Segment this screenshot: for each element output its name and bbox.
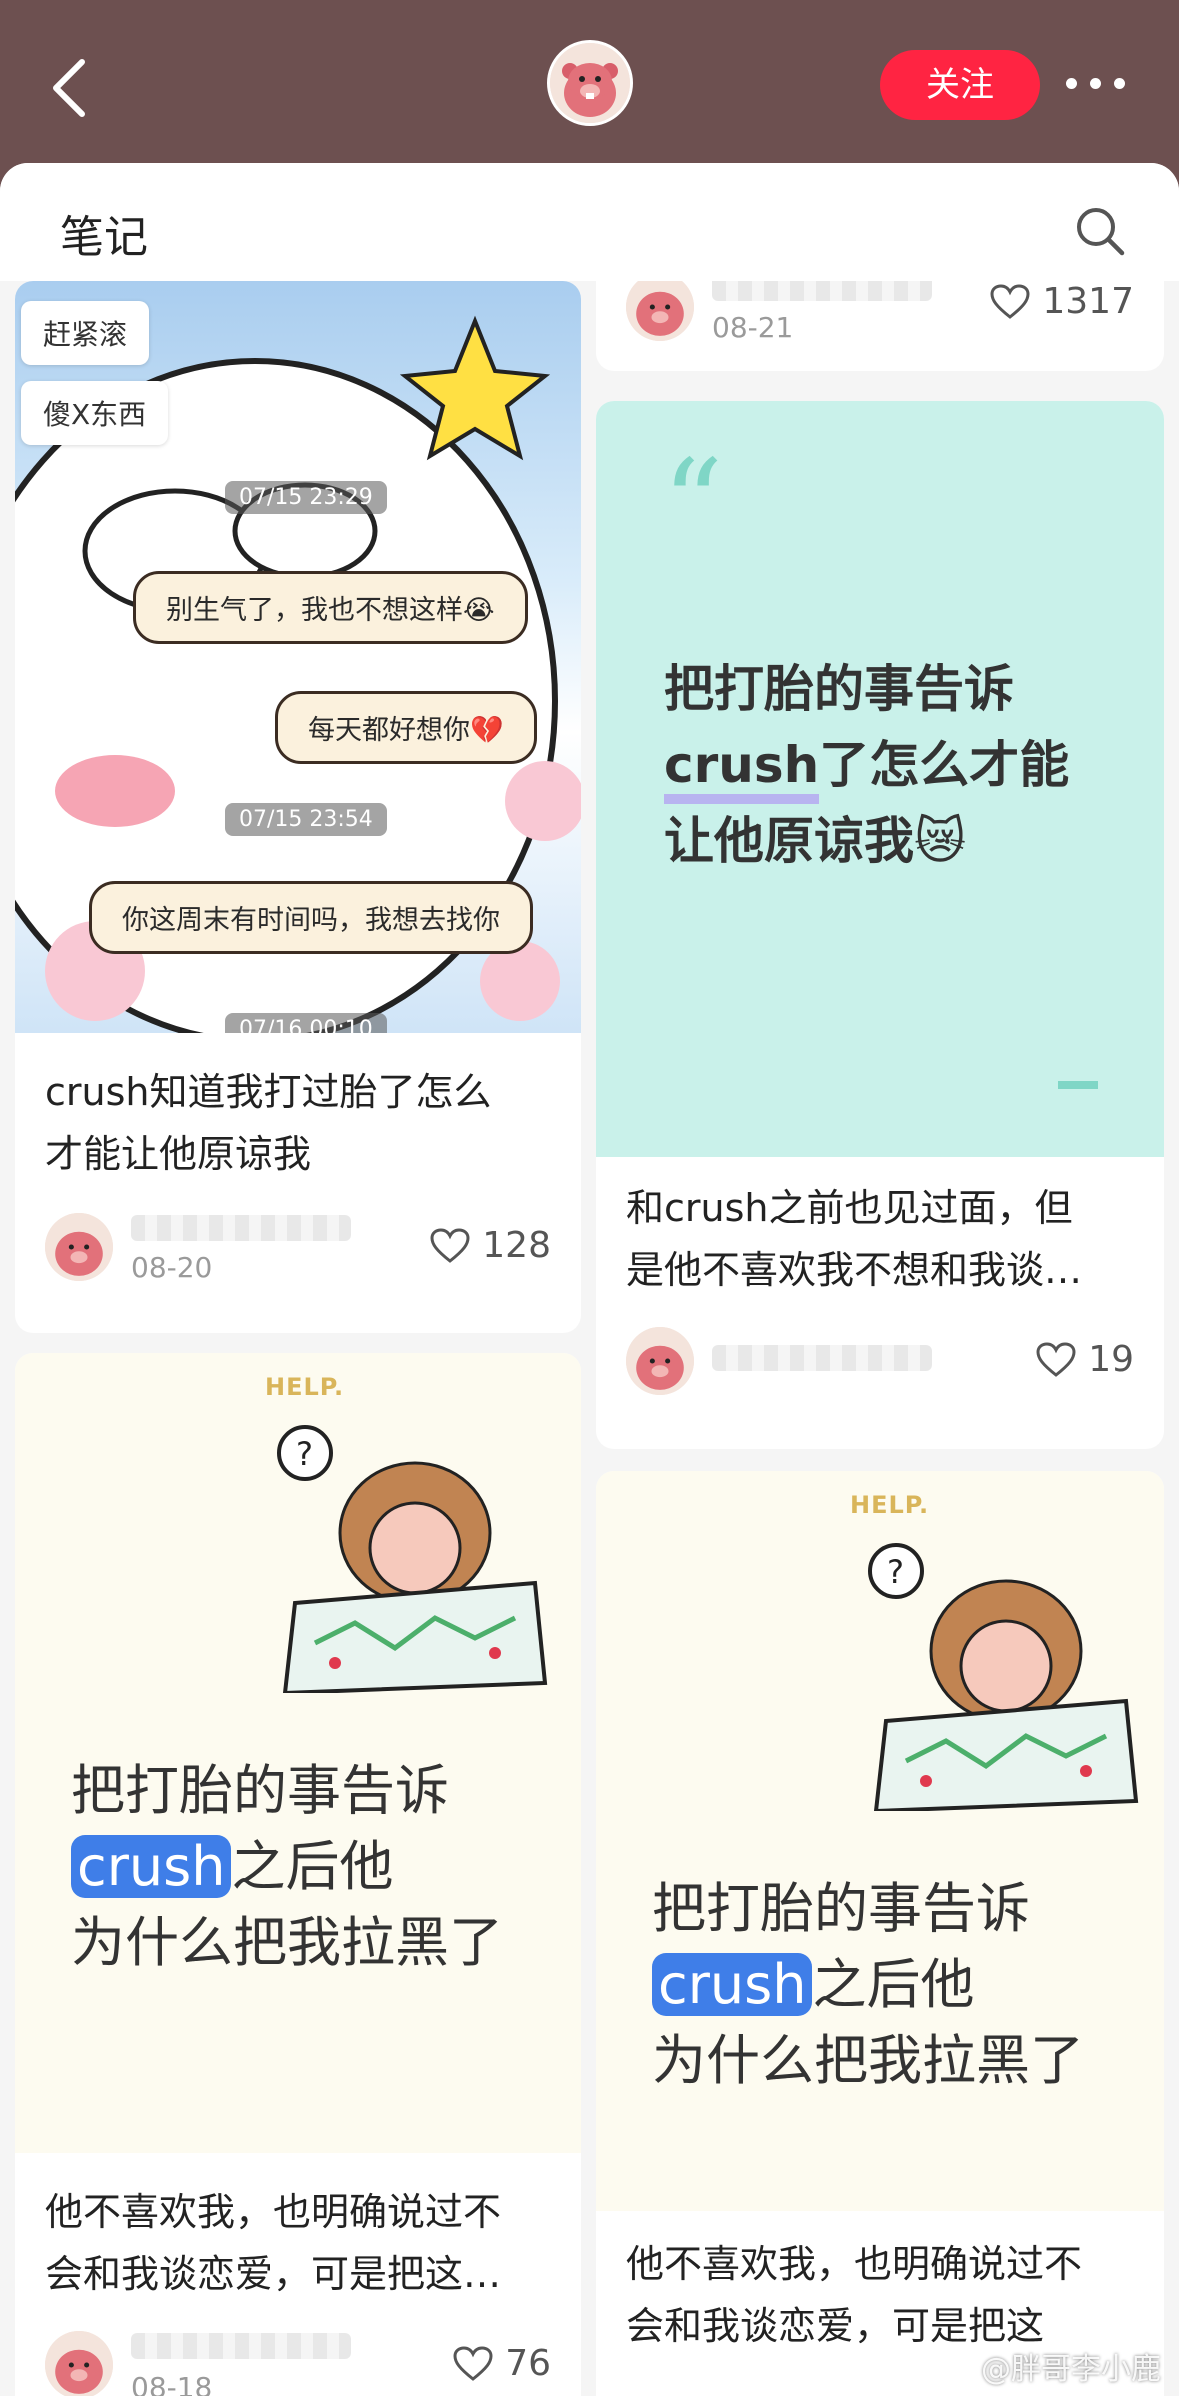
cover-text-line: 让他原谅我😿 [664,812,967,870]
author-name-blurred [131,2333,351,2359]
pink-beaver-avatar-icon [626,1327,694,1395]
author-avatar[interactable] [626,1327,694,1395]
svg-text:?: ? [296,1435,313,1473]
note-card[interactable]: HELP. ? 把打胎的事告诉 crush 之后他 为什么把我拉黑了 他不喜欢我… [596,1471,1164,2396]
heart-icon [1036,1341,1076,1377]
author-avatar[interactable] [45,1213,113,1281]
like-count-value: 76 [505,2343,551,2384]
search-button[interactable] [1072,203,1128,259]
note-card[interactable]: 赶紧滚 傻X东西 07/15 23:29 别生气了，我也不想这样😭 每天都好想你… [15,281,581,1333]
help-label: HELP. [265,1373,345,1401]
cover-text: 把打胎的事告诉 crush了怎么才能 让他原谅我😿 [664,651,1069,879]
chat-timestamp: 07/15 23:29 [225,481,387,514]
girl-reading-map-icon: ? [868,1543,1139,1811]
chat-bubble: 每天都好想你💔 [275,691,537,764]
note-title: 和crush之前也见过面，但 是他不喜欢我不想和我谈… [626,1177,1082,1301]
pink-beaver-avatar-icon [45,1213,113,1281]
like-count[interactable]: 76 [453,2343,551,2384]
more-dot-icon [1066,78,1077,89]
post-date: 08-18 [131,2371,213,2396]
chat-bubble: 别生气了，我也不想这样😭 [133,571,528,644]
cover-text: 把打胎的事告诉 crush 之后他 为什么把我拉黑了 [652,1871,1084,2099]
cover-text-line: 把打胎的事告诉 [71,1759,449,1822]
follow-button[interactable]: 关注 [880,50,1040,120]
note-title-line: 才能让他原谅我 [45,1132,312,1176]
svg-text:?: ? [887,1553,904,1591]
heart-icon [430,1227,470,1263]
cover-image: 赶紧滚 傻X东西 07/15 23:29 别生气了，我也不想这样😭 每天都好想你… [15,281,581,1033]
more-options-button[interactable] [1066,74,1136,94]
quote-mark-icon: “ [662,435,724,574]
cover-text-line: crush 之后他 [71,1829,503,1905]
more-dot-icon [1114,78,1125,89]
watermark: @胖哥李小鹿 [981,2352,1161,2387]
author-name-blurred [131,1215,351,1241]
cover-image: HELP. ? 把打胎的事告诉 crush 之后他 为什么把我拉黑了 [596,1471,1164,2211]
author-name-blurred [712,281,932,301]
pink-beaver-avatar-icon [550,43,630,123]
cover-text-line: 把打胎的事告诉 [664,660,1014,718]
note-title-line: 他不喜欢我，也明确说过不 [626,2242,1083,2286]
cover-text-fragment: 之后他 [231,1835,394,1898]
search-icon [1077,208,1125,256]
highlight-word: crush [652,1953,813,2016]
more-dot-icon [1090,78,1101,89]
author-avatar[interactable] [626,281,694,341]
note-title-line: 是他不喜欢我不想和我谈… [626,1248,1083,1292]
cover-text-line: 为什么把我拉黑了 [652,2029,1084,2092]
note-card[interactable]: HELP. ? 把打胎的事告诉 crush 之后他 为什么把我拉黑了 他不喜欢我… [15,1353,581,2396]
post-date: 08-21 [712,311,794,344]
note-title-line: 他不喜欢我，也明确说过不 [45,2190,502,2234]
cover-text: 把打胎的事告诉 crush 之后他 为什么把我拉黑了 [71,1753,503,1981]
chat-timestamp: 07/15 23:54 [225,803,387,836]
note-title: 他不喜欢我，也明确说过不 会和我谈恋爱，可是把这 [626,2233,1082,2357]
like-count-value: 128 [482,1225,551,1266]
chevron-left-icon [53,59,85,117]
cover-text-line: 为什么把我拉黑了 [71,1911,503,1974]
tag-label: 傻X东西 [21,381,169,445]
cover-text-fragment: 之后他 [812,1953,975,2016]
tag-label: 赶紧滚 [21,301,150,365]
like-count-value: 1317 [1042,281,1134,322]
highlight-word: crush [664,736,820,804]
chat-timestamp: 07/16 00:10 [225,1013,387,1033]
sheet-title: 笔记 [60,212,148,263]
note-card[interactable]: “ 把打胎的事告诉 crush了怎么才能 让他原谅我😿 和crush之前也见过面… [596,401,1164,1449]
profile-avatar[interactable] [547,40,633,126]
top-bar: 关注 [0,0,1179,170]
author-avatar[interactable] [45,2331,113,2396]
cover-image: “ 把打胎的事告诉 crush了怎么才能 让他原谅我😿 [596,401,1164,1157]
pink-beaver-avatar-icon [45,2331,113,2396]
cover-image: HELP. ? 把打胎的事告诉 crush 之后他 为什么把我拉黑了 [15,1353,581,2153]
note-title: crush知道我打过胎了怎么 才能让他原谅我 [45,1061,491,1185]
help-label: HELP. [850,1491,930,1519]
note-title-line: 会和我谈恋爱，可是把这… [45,2252,502,2296]
like-count[interactable]: 128 [430,1225,551,1266]
pink-beaver-avatar-icon [626,281,694,341]
post-date: 08-20 [131,1251,213,1284]
cover-text-line: crush了怎么才能 [664,727,1070,804]
cover-text-line: 把打胎的事告诉 [652,1877,1030,1940]
sheet-header: 笔记 [0,163,1179,281]
note-title-line: 和crush之前也见过面，但 [626,1186,1073,1230]
chat-bubble: 你这周末有时间吗，我想去找你 [89,881,533,954]
notes-feed[interactable]: 08-21 1317 赶紧滚 傻X东西 07/15 23:29 别生气了，我也不… [0,281,1179,2396]
note-title: 他不喜欢我，也明确说过不 会和我谈恋爱，可是把这… [45,2181,501,2305]
note-card[interactable]: 08-21 1317 [596,281,1164,371]
back-button[interactable] [48,58,92,118]
like-count[interactable]: 19 [1036,1339,1134,1380]
highlight-word: crush [71,1835,232,1898]
heart-icon [990,283,1030,319]
girl-reading-map-icon: ? [277,1425,548,1693]
decorative-dash [1058,1081,1098,1089]
like-count-value: 19 [1088,1339,1134,1380]
cover-text-line: crush 之后他 [652,1947,1084,2023]
notes-sheet: 笔记 08-21 1317 赶紧滚 傻X东西 07/15 23:29 别生气了，… [0,163,1179,2396]
note-title-line: crush知道我打过胎了怎么 [45,1070,492,1114]
author-name-blurred [712,1345,932,1371]
heart-icon [453,2345,493,2381]
like-count[interactable]: 1317 [990,281,1134,322]
cover-text-fragment: 了怎么才能 [819,736,1070,794]
